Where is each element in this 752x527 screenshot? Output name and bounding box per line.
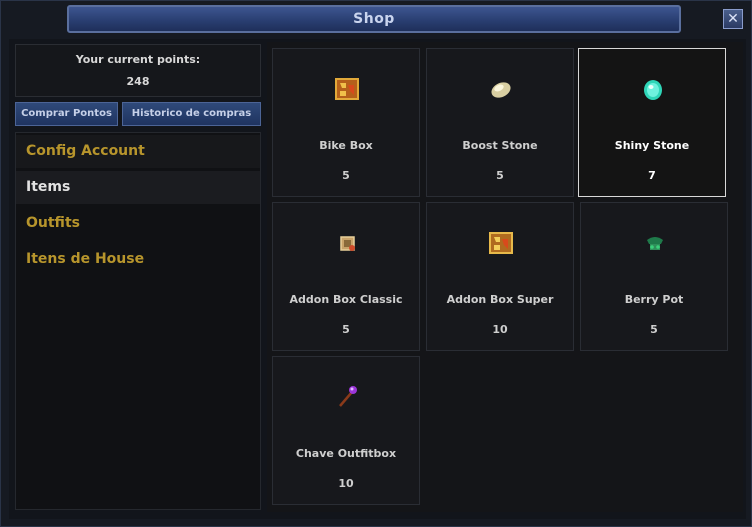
item-name: Addon Box Super: [446, 293, 554, 306]
points-value: 248: [126, 75, 150, 88]
bike-box-icon: [335, 78, 359, 100]
points-panel: Your current points: 248: [15, 44, 261, 97]
item-card-shiny-stone[interactable]: Shiny Stone 7: [578, 48, 726, 197]
shop-window: Shop ✕ Your current points: 248 Comprar …: [0, 0, 752, 527]
window-title: Shop: [353, 11, 395, 27]
item-name: Boost Stone: [462, 139, 538, 152]
shiny-stone-icon: [644, 80, 662, 100]
category-list: Config Account Items Outfits Itens de Ho…: [15, 132, 261, 510]
category-config-account[interactable]: Config Account: [16, 135, 260, 168]
purchase-history-button[interactable]: Historico de compras: [122, 102, 261, 126]
item-card-bike-box[interactable]: Bike Box 5: [272, 48, 420, 197]
close-icon: ✕: [727, 11, 739, 27]
item-name: Chave Outfitbox: [295, 447, 397, 460]
item-card-boost-stone[interactable]: Boost Stone 5: [426, 48, 574, 197]
item-name: Bike Box: [319, 139, 373, 152]
item-grid: Bike Box 5 Boost Stone 5 Shiny Stone 7 A…: [267, 42, 743, 512]
category-items[interactable]: Items: [16, 171, 260, 204]
item-price: 10: [492, 323, 508, 336]
item-price: 5: [650, 323, 658, 336]
buy-points-button[interactable]: Comprar Pontos: [15, 102, 118, 126]
item-price: 10: [338, 477, 354, 490]
berry-pot-icon: [647, 237, 663, 250]
item-card-addon-box-super[interactable]: Addon Box Super 10: [426, 202, 574, 351]
item-name: Berry Pot: [624, 293, 684, 306]
category-outfits[interactable]: Outfits: [16, 207, 260, 240]
item-name: Addon Box Classic: [289, 293, 403, 306]
shop-content: Your current points: 248 Comprar Pontos …: [9, 39, 746, 519]
title-bar[interactable]: Shop: [67, 5, 681, 33]
item-name: Shiny Stone: [614, 139, 690, 152]
close-button[interactable]: ✕: [723, 9, 743, 29]
item-price: 5: [342, 323, 350, 336]
item-card-chave-outfitbox[interactable]: Chave Outfitbox 10: [272, 356, 420, 505]
item-price: 5: [342, 169, 350, 182]
item-price: 7: [648, 169, 656, 182]
category-house-items[interactable]: Itens de House: [16, 243, 260, 276]
addon-box-super-icon: [489, 232, 513, 254]
outfit-key-icon: [339, 386, 357, 407]
boost-stone-icon: [491, 82, 511, 98]
item-price: 5: [496, 169, 504, 182]
points-label: Your current points:: [75, 53, 201, 66]
addon-box-classic-icon: [340, 236, 355, 251]
item-card-addon-box-classic[interactable]: Addon Box Classic 5: [272, 202, 420, 351]
item-card-berry-pot[interactable]: Berry Pot 5: [580, 202, 728, 351]
